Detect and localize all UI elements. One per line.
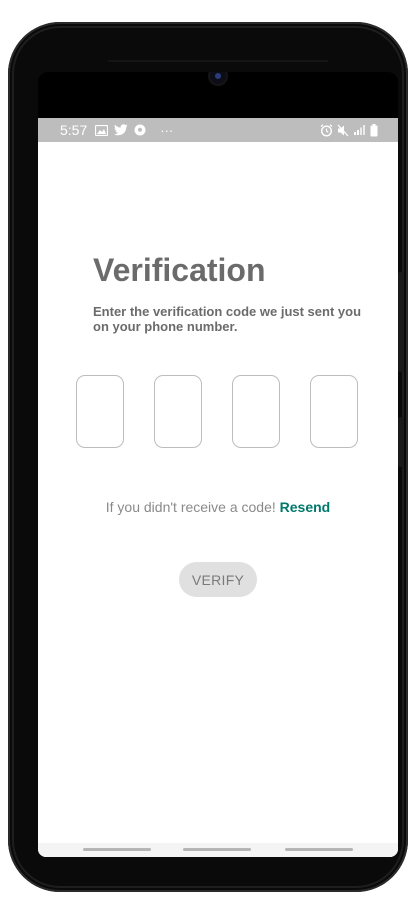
mute-icon — [337, 124, 349, 136]
image-icon — [95, 124, 109, 136]
twitter-icon — [114, 124, 128, 136]
otp-digit-4-input[interactable] — [310, 375, 358, 448]
resend-link[interactable]: Resend — [280, 499, 331, 515]
status-bar: 5:57 ··· — [38, 118, 398, 142]
signal-icon — [354, 125, 365, 135]
more-dots-icon: ··· — [160, 122, 174, 138]
phone-frame: 5:57 ··· Verification Enter the verifica… — [8, 22, 408, 892]
page-title: Verification — [93, 252, 266, 288]
resend-prompt: If you didn't receive a code! — [105, 499, 276, 515]
earpiece-line — [108, 60, 328, 62]
soccer-ball-icon — [134, 124, 146, 136]
verification-screen: Verification Enter the verification code… — [38, 142, 398, 857]
notification-icons: ··· — [95, 123, 173, 138]
power-button — [398, 417, 404, 467]
resend-row: If you didn't receive a code! Resend — [38, 499, 398, 515]
system-icons — [320, 118, 378, 142]
otp-digit-2-input[interactable] — [154, 375, 202, 448]
nav-recents-button[interactable] — [83, 848, 151, 851]
nav-back-button[interactable] — [285, 848, 353, 851]
otp-digit-3-input[interactable] — [232, 375, 280, 448]
nav-home-button[interactable] — [183, 848, 251, 851]
navigation-bar — [38, 843, 398, 857]
otp-digit-1-input[interactable] — [76, 375, 124, 448]
alarm-icon — [320, 123, 333, 137]
volume-button — [398, 272, 404, 372]
otp-input-row — [76, 375, 360, 449]
page-subtitle: Enter the verification code we just sent… — [93, 304, 362, 334]
verify-button[interactable]: VERIFY — [179, 562, 257, 597]
phone-screen: 5:57 ··· Verification Enter the verifica… — [38, 72, 398, 857]
battery-icon — [370, 123, 378, 136]
front-camera-icon — [210, 72, 226, 84]
status-time: 5:57 — [60, 122, 88, 138]
